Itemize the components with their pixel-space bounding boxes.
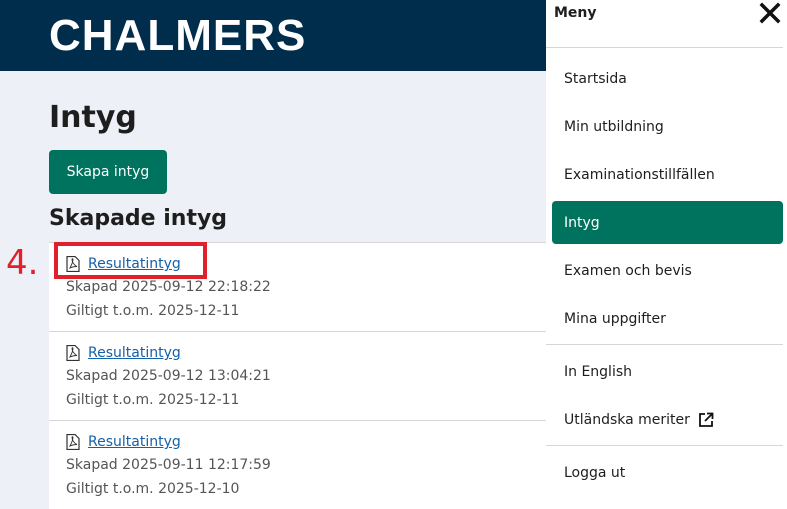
close-icon[interactable] [758,1,782,25]
highlight-box-annotation [54,242,207,279]
menu-divider [546,47,783,48]
menu-item-label: Utländska meriter [564,411,690,428]
menu-item-utlandska-meriter[interactable]: Utländska meriter [552,398,783,441]
menu-item-logga-ut[interactable]: Logga ut [552,451,783,494]
chalmers-logo[interactable]: CHALMERS [49,10,306,62]
certificate-item: Resultatintyg Skapad 2025-09-12 13:04:21… [49,331,546,420]
menu-item-label: Mina uppgifter [564,310,666,327]
step-number-annotation: 4. [6,243,39,283]
menu-item-mina-uppgifter[interactable]: Mina uppgifter [552,297,783,340]
menu-item-startsida[interactable]: Startsida [552,57,783,100]
valid-until: Giltigt t.o.m. 2025-12-11 [66,392,240,408]
site-header: CHALMERS [0,0,546,71]
menu-item-label: Intyg [564,214,600,231]
menu-item-label: Examen och bevis [564,262,692,279]
menu-item-in-english[interactable]: In English [552,350,783,393]
certificate-link[interactable]: Resultatintyg [88,345,181,361]
main-content: Intyg Skapa intyg Skapade intyg Resultat… [0,71,546,509]
menu-item-label: Startsida [564,70,627,87]
menu-item-examen-och-bevis[interactable]: Examen och bevis [552,249,783,292]
external-link-icon [699,412,714,427]
menu-item-examinationstillfallen[interactable]: Examinationstillfällen [552,153,783,196]
menu-item-label: Logga ut [564,464,626,481]
page-title: Intyg [49,100,137,135]
pdf-icon [66,345,80,361]
certificate-list: Resultatintyg Skapad 2025-09-12 22:18:22… [49,242,546,509]
menu-item-label: Min utbildning [564,118,664,135]
valid-until: Giltigt t.o.m. 2025-12-11 [66,303,240,319]
menu-item-intyg[interactable]: Intyg [552,201,783,244]
menu-divider [546,445,783,446]
menu-title: Meny [554,5,597,21]
menu-item-label: In English [564,363,633,380]
menu-item-min-utbildning[interactable]: Min utbildning [552,105,783,148]
menu-divider [546,344,783,345]
certificate-item: Resultatintyg Skapad 2025-09-11 12:17:59… [49,420,546,509]
created-date: Skapad 2025-09-12 13:04:21 [66,368,271,384]
valid-until: Giltigt t.o.m. 2025-12-10 [66,481,240,497]
side-menu: Meny Startsida Min utbildning Examinatio… [546,0,787,509]
created-date: Skapad 2025-09-11 12:17:59 [66,457,271,473]
menu-item-label: Examinationstillfällen [564,166,715,183]
create-certificate-button[interactable]: Skapa intyg [49,150,167,194]
section-title: Skapade intyg [49,206,228,231]
pdf-icon [66,434,80,450]
certificate-link[interactable]: Resultatintyg [88,434,181,450]
